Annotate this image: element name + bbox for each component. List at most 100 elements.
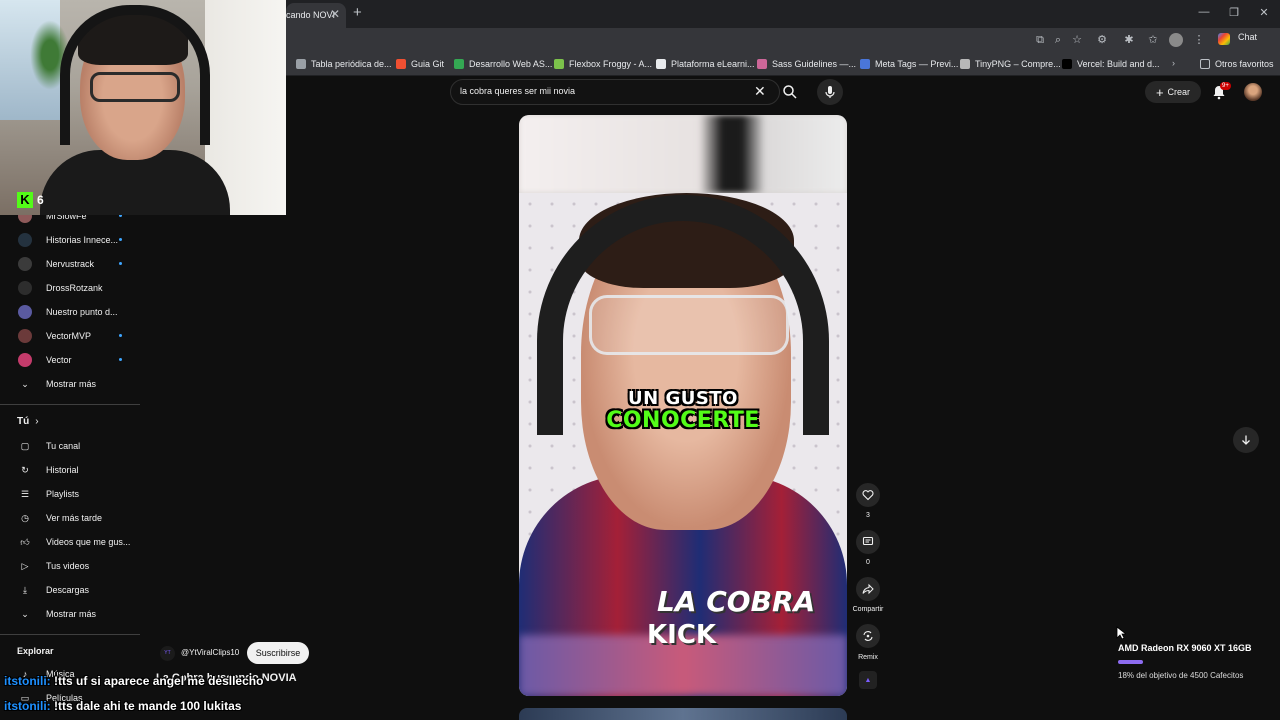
voice-search-button[interactable] [817, 79, 843, 105]
download-icon: ⤓ [23, 584, 27, 595]
puzzle-icon[interactable]: ✱ [1122, 33, 1136, 47]
tab-title: cando NOVI [286, 10, 336, 20]
extension-icon[interactable]: ⚙ [1095, 33, 1109, 47]
channel-avatar [18, 353, 32, 367]
restore-icon[interactable]: ❐ [1226, 6, 1242, 19]
menu-icon[interactable]: ⋮ [1192, 33, 1206, 47]
channel-avatar [18, 329, 32, 343]
bookmark-favicon-icon [296, 59, 306, 69]
next-short-preview[interactable] [519, 708, 847, 720]
goal-text: 18% del objetivo de 4500 Cafecitos [1118, 671, 1244, 680]
search-icon[interactable] [782, 84, 798, 100]
comments-button[interactable] [856, 530, 880, 554]
profile-icon[interactable] [1169, 33, 1183, 47]
bookmark-item[interactable]: Sass Guidelines —... [757, 52, 856, 76]
chat-message: itstonili: !tts dale ahi te mande 100 lu… [4, 699, 241, 713]
subscribe-button[interactable]: Suscribirse [247, 642, 309, 664]
sidebar-item-like[interactable]: 👍︎ Videos que me gus... [0, 530, 140, 554]
bookmark-label: Vercel: Build and d... [1077, 59, 1160, 69]
bookmark-item[interactable]: Flexbox Froggy - A... [554, 52, 652, 76]
subscription-item[interactable]: VectorMVP [0, 324, 140, 348]
chat-text: !tts uf si aparece angel me desllecho [54, 674, 264, 688]
clock-icon: ◷ [21, 512, 29, 523]
new-tab-icon[interactable]: + [353, 5, 362, 21]
subscription-label: VectorMVP [46, 331, 92, 341]
clear-search-icon[interactable]: ✕ [754, 84, 766, 98]
kick-logo-icon: K [17, 192, 33, 208]
subscription-item[interactable]: Historias Innece... [0, 228, 140, 252]
other-favorites-label: Otros favoritos [1215, 59, 1274, 69]
webcam-headset [60, 5, 210, 145]
bookmark-favicon-icon [1062, 59, 1072, 69]
live-dot-icon [119, 334, 122, 337]
bookmark-item[interactable]: Guia Git [396, 52, 444, 76]
chat-username: itstonili: [4, 674, 51, 688]
bookmark-favicon-icon [656, 59, 666, 69]
bookmark-label: Flexbox Froggy - A... [569, 59, 653, 69]
share-button[interactable] [856, 577, 880, 601]
sidebar-item-download[interactable]: ⤓ Descargas [0, 578, 140, 602]
sidebar-item-label: Videos que me gus... [46, 537, 131, 547]
close-window-icon[interactable]: ✕ [1256, 6, 1272, 19]
show-more-subscriptions[interactable]: ⌄ Mostrar más [0, 372, 140, 396]
bookmark-star-icon[interactable]: ☆ [1070, 33, 1084, 47]
favorites-icon[interactable]: ✩ [1146, 33, 1160, 47]
search-input[interactable]: la cobra queres ser mii novia [460, 86, 575, 96]
shorts-player[interactable]: UN GUSTO CONOCERTE LA COBRA KICK [519, 115, 847, 696]
sidebar-item-label: Descargas [46, 585, 90, 595]
channel-handle[interactable]: @YtViralClips10 [181, 648, 239, 657]
install-app-icon[interactable]: ⧉ [1033, 33, 1047, 47]
channel-thumbnail[interactable]: ▲ [859, 671, 877, 689]
subscription-label: Nervustrack [46, 259, 95, 269]
copilot-icon [1218, 33, 1230, 45]
bookmark-item[interactable]: Vercel: Build and d... [1062, 52, 1160, 76]
sidebar-item-label: Tu canal [46, 441, 81, 451]
bookmark-label: Desarrollo Web AS... [469, 59, 553, 69]
mic-icon [825, 86, 835, 98]
like-count: 3 [866, 512, 870, 519]
chat-button[interactable]: Chat [1238, 32, 1257, 42]
chat-username: itstonili: [4, 699, 51, 713]
bookmark-favicon-icon [860, 59, 870, 69]
subscription-label: Vector [46, 355, 72, 365]
you-section-header[interactable]: Tú › [17, 416, 39, 427]
bookmark-item[interactable]: Desarrollo Web AS... [454, 52, 552, 76]
show-more-you[interactable]: ⌄ Mostrar más [0, 602, 140, 626]
minimize-icon[interactable]: — [1196, 6, 1212, 18]
other-favorites[interactable]: Otros favoritos [1200, 52, 1274, 76]
account-avatar[interactable] [1244, 83, 1262, 101]
subscription-item[interactable]: Nuestro punto d... [0, 300, 140, 324]
next-video-button[interactable] [1233, 427, 1259, 453]
create-button[interactable]: + Crear [1145, 81, 1201, 103]
chat-message: itstonili: !tts uf si aparece angel me d… [4, 674, 263, 688]
goal-title: AMD Radeon RX 9060 XT 16GB [1118, 643, 1252, 653]
heart-icon [862, 490, 874, 501]
bookmark-item[interactable]: Meta Tags — Previ... [860, 52, 958, 76]
remix-button[interactable] [856, 624, 880, 648]
sidebar-item-clock[interactable]: ◷ Ver más tarde [0, 506, 140, 530]
subscription-item[interactable]: Nervustrack [0, 252, 140, 276]
subscription-item[interactable]: Vector [0, 348, 140, 372]
caption-line-2: CONOCERTE [606, 408, 760, 433]
bookmark-label: Sass Guidelines —... [772, 59, 857, 69]
like-button[interactable] [856, 483, 880, 507]
live-dot-icon [119, 238, 122, 241]
plus-icon: + [1155, 84, 1164, 100]
bookmark-item[interactable]: Tabla periódica de... [296, 52, 392, 76]
sidebar-item-channel[interactable]: ▢ Tu canal [0, 434, 140, 458]
close-tab-icon[interactable]: ✕ [330, 8, 340, 20]
sidebar-item-history[interactable]: ↻ Historial [0, 458, 140, 482]
folder-icon [1200, 59, 1210, 69]
webcam-overlay [0, 0, 286, 215]
sidebar-item-video[interactable]: ▷ Tus videos [0, 554, 140, 578]
bookmark-item[interactable]: Plataforma eLearni... [656, 52, 755, 76]
sidebar-item-label: Ver más tarde [46, 513, 103, 523]
subscription-item[interactable]: DrossRotzank [0, 276, 140, 300]
sidebar-item-playlist[interactable]: ☰ Playlists [0, 482, 140, 506]
bookmark-item[interactable]: TinyPNG – Compre... [960, 52, 1061, 76]
show-more-label: Mostrar más [46, 609, 97, 619]
zoom-icon[interactable]: ⌕ [1051, 33, 1065, 47]
more-bookmarks-icon[interactable]: › [1172, 58, 1175, 68]
subscription-label: DrossRotzank [46, 283, 103, 293]
channel-avatar[interactable]: YT [160, 646, 175, 661]
